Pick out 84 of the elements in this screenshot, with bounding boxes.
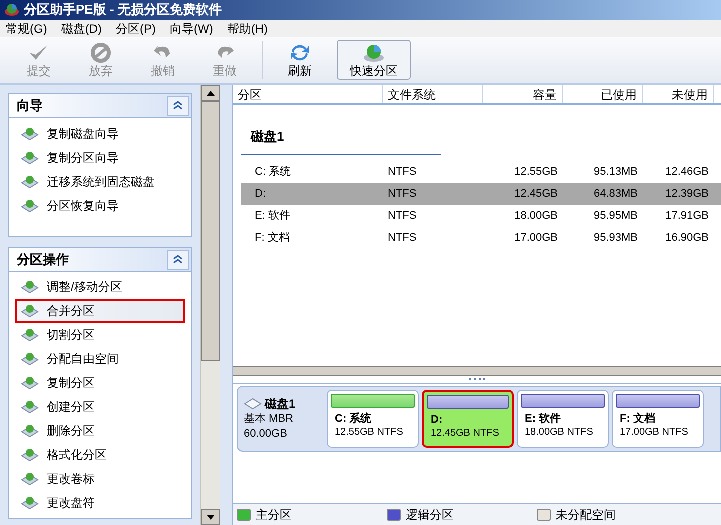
table-cell-text: 12.55GB — [514, 164, 559, 180]
partition-block[interactable]: E: 软件 18.00GB NTFS — [517, 390, 609, 448]
column-header[interactable]: 文件系统 — [383, 85, 483, 103]
toolbar-button[interactable]: 刷新 — [269, 40, 331, 80]
table-row[interactable]: C: 系统 NTFS 12.55GB 95.13MB 12.46GB — [241, 161, 721, 183]
disk-type: 基本 MBR — [244, 412, 294, 426]
horizontal-scrollbar[interactable] — [233, 366, 721, 376]
sidebar-item[interactable]: 分配自由空间 — [15, 347, 185, 371]
menu-item[interactable]: 帮助(H) — [227, 22, 268, 34]
column-header[interactable]: 未使用 — [643, 85, 714, 103]
table-cell-text: 64.83MB — [592, 186, 639, 202]
splitter-grip-icon[interactable] — [469, 378, 485, 381]
table-cell-text: 18.00GB — [514, 208, 559, 224]
sidebar-item[interactable]: 复制分区 — [15, 371, 185, 395]
disk-size: 60.00GB — [244, 426, 288, 442]
legend-label: 未分配空间 — [556, 506, 616, 524]
column-header[interactable]: 已使用 — [563, 85, 643, 103]
partition-info: 12.45GB NTFS — [430, 427, 500, 441]
sidebar-item[interactable]: 分区恢复向导 — [15, 194, 185, 218]
table-cell-text: 95.13MB — [592, 164, 639, 180]
sidebar-item[interactable]: 更改卷标 — [15, 467, 185, 491]
sidebar-item[interactable]: 更改盘符 — [15, 491, 185, 515]
menu-item[interactable]: 分区(P) — [116, 22, 156, 34]
partition-name: F: 文档 — [619, 413, 656, 426]
down-arrow-icon — [206, 514, 214, 520]
up-arrow-icon — [206, 90, 214, 96]
sidebar-item[interactable]: 格式化分区 — [15, 443, 185, 467]
menu-item[interactable]: 磁盘(D) — [61, 22, 102, 34]
table-cell-text: D: — [254, 186, 267, 202]
panel-title: 向导 — [17, 96, 43, 115]
table-cell-text: 12.45GB — [514, 186, 559, 202]
table-row[interactable]: F: 文档 NTFS 17.00GB 95.93MB 16.90GB — [241, 227, 721, 249]
legend-label: 主分区 — [256, 506, 292, 524]
column-header[interactable]: 分区 — [233, 85, 383, 103]
toolbar-button[interactable]: 快速分区 — [337, 40, 411, 80]
column-header[interactable]: 容量 — [483, 85, 563, 103]
partition-info: 17.00GB NTFS — [619, 426, 690, 440]
table-cell-text: 95.95MB — [592, 208, 639, 224]
table-cell-text: NTFS — [387, 230, 418, 246]
sidebar-item[interactable]: 迁移系统到固态磁盘 — [15, 170, 185, 194]
partition-info: 18.00GB NTFS — [524, 426, 594, 440]
discard-icon — [89, 42, 113, 64]
partition-block[interactable]: F: 文档 17.00GB NTFS — [612, 390, 704, 448]
chevron-up-icon — [173, 101, 183, 110]
sidebar-item[interactable]: 复制分区向导 — [15, 146, 185, 170]
panel-title: 分区操作 — [17, 250, 69, 269]
disk-heading: 磁盘1 — [241, 126, 441, 155]
table-row[interactable]: E: 软件 NTFS 18.00GB 95.95MB 17.91GB — [241, 205, 721, 227]
chevron-up-icon — [173, 255, 183, 264]
sidebar-item[interactable]: 切割分区 — [15, 323, 185, 347]
app-logo-icon — [4, 3, 20, 17]
table-cell-text: E: 软件 — [254, 208, 292, 224]
sidebar-item[interactable]: 合并分区 — [15, 299, 185, 323]
partition-block[interactable]: D: 12.45GB NTFS — [422, 390, 514, 448]
sidebar-item[interactable]: 创建分区 — [15, 395, 185, 419]
collapse-button[interactable] — [167, 96, 189, 116]
menu-item[interactable]: 向导(W) — [170, 22, 214, 34]
table-cell-text: NTFS — [387, 186, 418, 202]
partition-info: 12.55GB NTFS — [334, 426, 404, 440]
table-cell-text: 17.00GB — [514, 230, 559, 246]
sidebar-item[interactable]: 删除分区 — [15, 419, 185, 443]
sidebar-item[interactable]: 复制磁盘向导 — [15, 122, 185, 146]
table-cell-text: 95.93MB — [592, 230, 639, 246]
window-title: 分区助手PE版 - 无损分区免费软件 — [24, 1, 222, 20]
table-cell-text: NTFS — [387, 164, 418, 180]
disk-name: 磁盘1 — [265, 396, 296, 412]
table-cell-text: 12.39GB — [664, 186, 710, 202]
disk-pie-icon — [362, 42, 386, 64]
scrollbar[interactable] — [200, 85, 220, 525]
table-cell-text: 17.91GB — [664, 208, 710, 224]
table-cell-text: F: 文档 — [254, 230, 291, 246]
collapse-button[interactable] — [167, 250, 189, 270]
legend-label: 逻辑分区 — [406, 506, 454, 524]
partition-block[interactable]: C: 系统 12.55GB NTFS — [327, 390, 419, 448]
table-cell-text: NTFS — [387, 208, 418, 224]
partition-name: C: 系统 — [334, 413, 373, 426]
partition-name: E: 软件 — [524, 413, 562, 426]
table-cell-text: 16.90GB — [664, 230, 710, 246]
menu-item[interactable]: 常规(G) — [6, 22, 48, 34]
table-cell-text: C: 系统 — [254, 164, 292, 180]
table-cell-text: 12.46GB — [664, 164, 710, 180]
sidebar-item[interactable]: 调整/移动分区 — [15, 275, 185, 299]
partition-name: D: — [430, 414, 444, 427]
table-row[interactable]: D: NTFS 12.45GB 64.83MB 12.39GB — [241, 183, 721, 205]
